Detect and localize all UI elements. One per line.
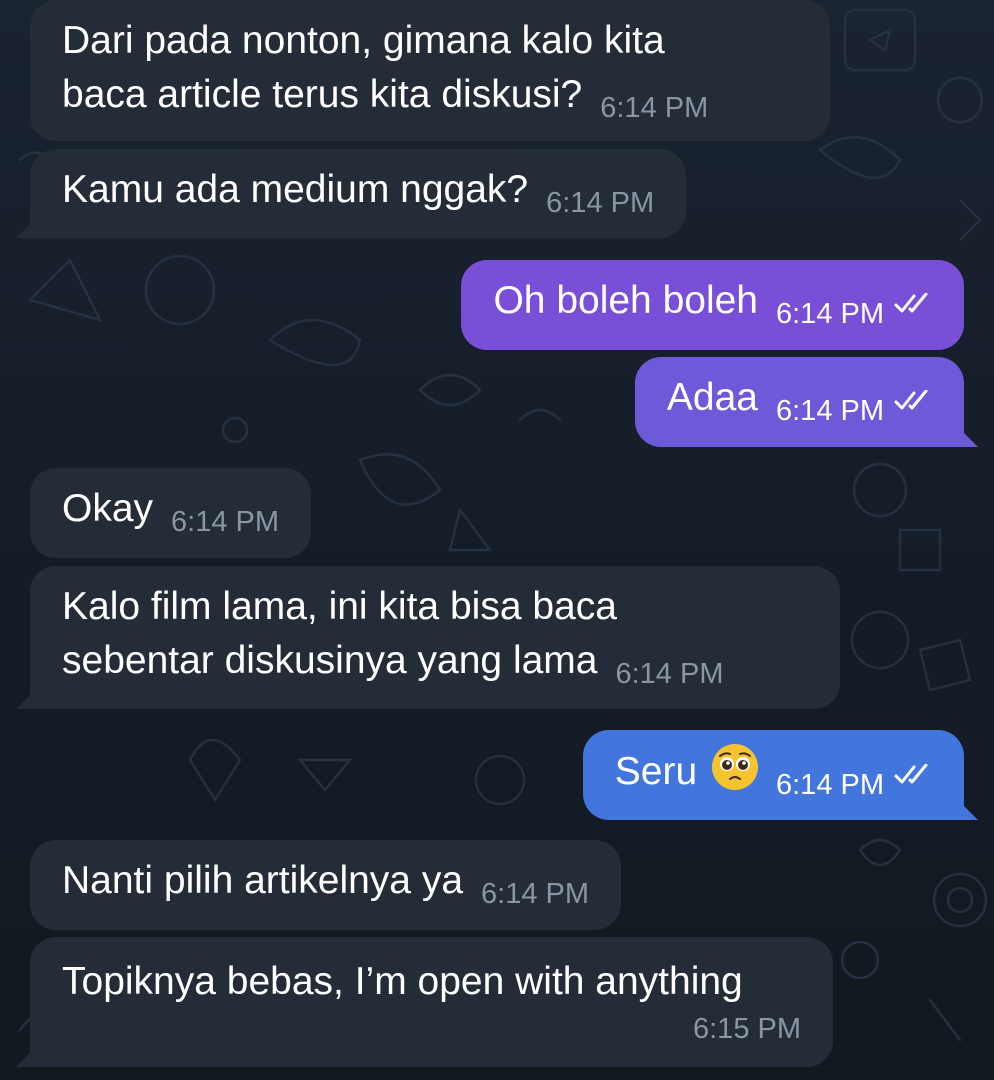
double-check-icon xyxy=(894,390,928,410)
message-text-line: baca article terus kita diskusi? 6:14 PM xyxy=(62,68,798,135)
incoming-message[interactable]: Okay 6:14 PM xyxy=(30,468,312,558)
message-timestamp: 6:14 PM xyxy=(776,298,884,330)
message-timestamp: 6:14 PM xyxy=(171,506,280,538)
message-text: Kamu ada medium nggak? xyxy=(62,168,529,211)
pleading-face-emoji xyxy=(712,744,758,790)
message-timestamp: 6:14 PM xyxy=(615,658,724,690)
message-timestamp: 6:14 PM xyxy=(776,769,884,801)
outgoing-message[interactable]: Oh boleh boleh 6:14 PM xyxy=(461,260,964,350)
message-text: Topiknya bebas, I’m open with anything xyxy=(62,960,743,1003)
incoming-message[interactable]: Topiknya bebas, I’m open with anything 6… xyxy=(30,937,833,1067)
message-timestamp: 6:14 PM xyxy=(546,187,655,219)
message-timestamp: 6:14 PM xyxy=(600,92,709,124)
message-timestamp: 6:14 PM xyxy=(776,395,884,427)
message-text-line: Kalo film lama, ini kita bisa baca xyxy=(62,585,617,628)
incoming-message[interactable]: Kalo film lama, ini kita bisa baca seben… xyxy=(30,566,840,709)
outgoing-message[interactable]: Seru 6:14 PM xyxy=(582,730,964,820)
message-timestamp: 6:15 PM xyxy=(693,1013,801,1045)
message-timestamp: 6:14 PM xyxy=(481,878,590,910)
message-text: Seru xyxy=(614,750,698,793)
incoming-message[interactable]: Kamu ada medium nggak? 6:14 PM xyxy=(30,149,687,238)
message-text: Nanti pilih artikelnya ya xyxy=(62,859,464,902)
chat-background: Dari pada nonton, gimana kalo kita baca … xyxy=(0,0,994,1080)
outgoing-message[interactable]: Adaa 6:14 PM xyxy=(634,357,964,447)
message-text: Okay xyxy=(62,487,154,530)
message-text: Adaa xyxy=(666,376,758,419)
message-text-line: sebentar diskusinya yang lama 6:14 PM xyxy=(62,634,808,701)
double-check-icon xyxy=(894,293,928,313)
message-text: Oh boleh boleh xyxy=(493,279,758,322)
double-check-icon xyxy=(894,764,928,784)
incoming-message[interactable]: Nanti pilih artikelnya ya 6:14 PM xyxy=(30,840,622,930)
message-text-line: Dari pada nonton, gimana kalo kita xyxy=(62,19,665,62)
incoming-message[interactable]: Dari pada nonton, gimana kalo kita baca … xyxy=(30,0,830,141)
